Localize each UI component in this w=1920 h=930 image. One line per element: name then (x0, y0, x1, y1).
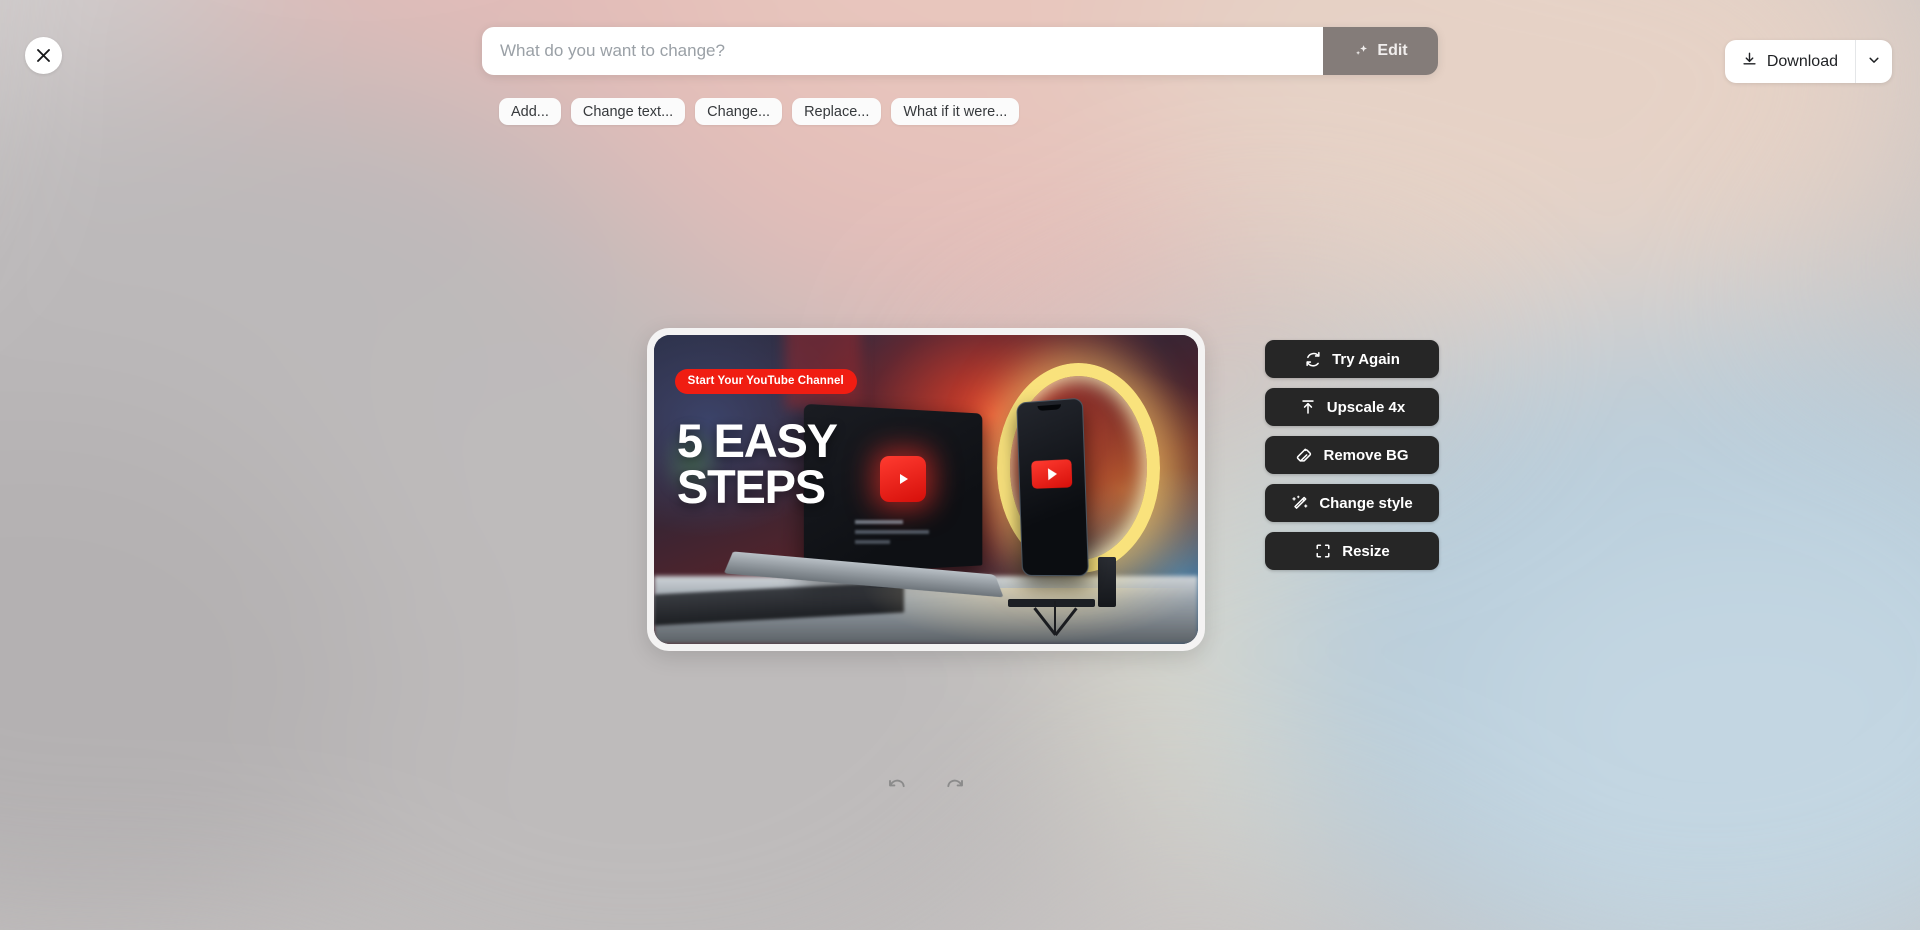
image-preview-frame[interactable]: Start Your YouTube Channel 5 EASY STEPS (647, 328, 1205, 651)
change-style-button[interactable]: Change style (1265, 484, 1439, 522)
upscale-label: Upscale 4x (1326, 398, 1406, 416)
resize-button[interactable]: Resize (1265, 532, 1439, 570)
chevron-down-icon (1867, 53, 1881, 70)
smartphone (1016, 397, 1090, 577)
redo-button[interactable] (942, 772, 968, 801)
history-controls (884, 772, 968, 801)
close-icon (35, 47, 52, 64)
remove-bg-label: Remove BG (1323, 446, 1409, 464)
redo-icon (944, 774, 966, 799)
resize-icon (1314, 542, 1332, 560)
edit-button-label: Edit (1377, 42, 1408, 59)
upscale-icon (1299, 398, 1317, 416)
download-button[interactable]: Download (1725, 40, 1855, 83)
close-button[interactable] (25, 37, 62, 74)
upscale-button[interactable]: Upscale 4x (1265, 388, 1439, 426)
resize-label: Resize (1342, 542, 1390, 560)
action-button-list: Try Again Upscale 4x Remove BG Change st… (1265, 340, 1439, 570)
suggestion-chip-replace[interactable]: Replace... (792, 98, 882, 125)
artwork-headline-line1: 5 EASY (676, 414, 838, 468)
download-group: Download (1724, 40, 1892, 83)
sparkles-icon (1353, 43, 1370, 60)
artwork-badge: Start Your YouTube Channel (674, 368, 857, 394)
undo-icon (886, 774, 908, 799)
prompt-input[interactable] (482, 27, 1323, 75)
suggestion-chip-what-if[interactable]: What if it were... (891, 98, 1020, 125)
suggestion-chip-add[interactable]: Add... (499, 98, 561, 125)
youtube-play-icon-phone (1031, 459, 1073, 489)
suggestion-chip-change[interactable]: Change... (695, 98, 783, 125)
eraser-icon (1295, 446, 1313, 464)
undo-button[interactable] (884, 772, 910, 801)
download-label: Download (1766, 52, 1838, 70)
remove-bg-button[interactable]: Remove BG (1265, 436, 1439, 474)
change-style-label: Change style (1319, 494, 1413, 512)
tripod (1018, 600, 1089, 636)
magic-wand-icon (1291, 494, 1309, 512)
edit-button[interactable]: Edit (1323, 27, 1438, 75)
generated-image: Start Your YouTube Channel 5 EASY STEPS (654, 335, 1198, 644)
try-again-label: Try Again (1332, 350, 1400, 368)
suggestion-chip-change-text[interactable]: Change text... (570, 98, 686, 125)
image-editor-app: Edit Add... Change text... Change... Rep… (0, 0, 1920, 930)
artwork-headline-line2: STEPS (676, 460, 826, 514)
youtube-play-icon-laptop (879, 455, 926, 502)
refresh-icon (1304, 350, 1322, 368)
suggestion-chips: Add... Change text... Change... Replace.… (499, 98, 1020, 125)
download-options-button[interactable] (1855, 40, 1892, 83)
artwork-headline: 5 EASY STEPS (676, 414, 838, 514)
download-icon (1741, 51, 1758, 73)
prompt-bar: Edit (482, 27, 1438, 75)
try-again-button[interactable]: Try Again (1265, 340, 1439, 378)
